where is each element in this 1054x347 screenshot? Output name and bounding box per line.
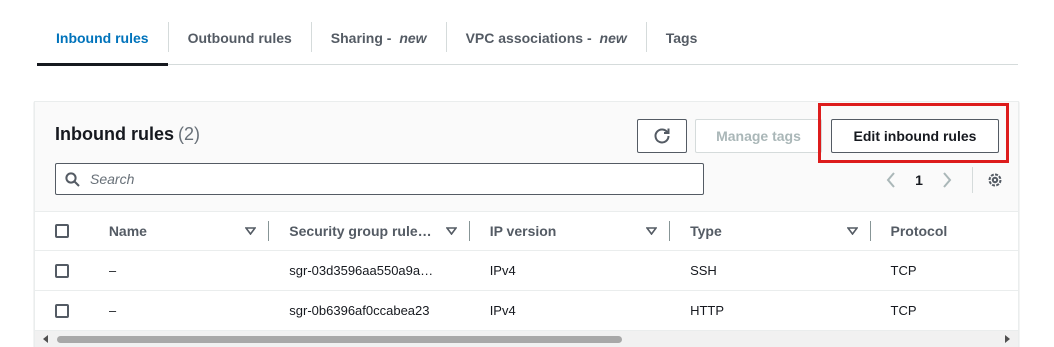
- tab-sharing[interactable]: Sharing - new: [312, 12, 446, 64]
- cell-name: –: [108, 263, 117, 278]
- manage-tags-button[interactable]: Manage tags: [695, 119, 822, 153]
- row-select-cell: [35, 263, 109, 278]
- gear-icon[interactable]: [986, 171, 1004, 189]
- sort-caret-icon[interactable]: [445, 227, 457, 235]
- current-page[interactable]: 1: [904, 172, 934, 188]
- chevron-left-icon[interactable]: [878, 172, 904, 188]
- edit-inbound-rules-button[interactable]: Edit inbound rules: [831, 119, 999, 153]
- tab-outbound-rules[interactable]: Outbound rules: [169, 12, 311, 64]
- column-header-label: IP version: [489, 223, 557, 239]
- tab-label: Inbound rules: [56, 30, 149, 46]
- cell-type: HTTP: [690, 303, 725, 318]
- refresh-button[interactable]: [637, 119, 687, 153]
- tab-label: Sharing -: [330, 30, 396, 46]
- table-row[interactable]: – sgr-0b6396af0ccabea23 IPv4 HTTP TCP: [35, 291, 1018, 331]
- panel-title-text: Inbound rules: [55, 124, 174, 144]
- cell-name: –: [108, 303, 117, 318]
- row-checkbox[interactable]: [55, 303, 69, 318]
- chevron-right-icon[interactable]: [934, 172, 960, 188]
- tab-tags[interactable]: Tags: [647, 12, 717, 64]
- scrollbar-thumb[interactable]: [57, 336, 622, 343]
- search-input[interactable]: [88, 170, 703, 188]
- horizontal-scrollbar[interactable]: [35, 331, 1018, 347]
- cell-ip-version: IPv4: [489, 263, 516, 278]
- row-select-cell: [35, 303, 109, 318]
- tab-label: Outbound rules: [187, 30, 292, 46]
- tab-label: Tags: [665, 30, 698, 46]
- panel-title: Inbound rules (2): [55, 124, 200, 145]
- tab-new-badge: new: [399, 30, 427, 46]
- column-header-label: Protocol: [890, 223, 948, 239]
- edit-inbound-rules-label: Edit inbound rules: [853, 128, 977, 144]
- inbound-rules-panel: Inbound rules (2) Manage tags Edit inboun…: [34, 101, 1019, 347]
- row-checkbox[interactable]: [55, 263, 69, 278]
- sort-caret-icon[interactable]: [245, 227, 257, 235]
- cell-security-group-rule-id: sgr-03d3596aa550a9a…: [289, 263, 434, 278]
- column-header-name[interactable]: Name: [109, 223, 268, 239]
- table-row[interactable]: – sgr-03d3596aa550a9a… IPv4 SSH TCP: [35, 251, 1018, 291]
- select-all-cell: [35, 224, 109, 238]
- scroll-left-icon[interactable]: [43, 335, 48, 343]
- tab-label: VPC associations -: [465, 30, 596, 46]
- column-header-label: Security group rule…: [289, 223, 432, 239]
- column-header-label: Name: [108, 223, 147, 239]
- tab-new-badge: new: [599, 30, 627, 46]
- pager-divider: [972, 167, 973, 193]
- scroll-right-icon[interactable]: [1005, 335, 1010, 343]
- column-header-protocol[interactable]: Protocol: [871, 223, 1019, 239]
- table-header-row: Name Security group rule… IP version Typ…: [35, 211, 1019, 251]
- column-header-ip-version[interactable]: IP version: [470, 223, 669, 239]
- pagination: 1: [878, 166, 1004, 194]
- rules-table: Name Security group rule… IP version Typ…: [35, 211, 1019, 331]
- search-box: [55, 163, 704, 195]
- cell-protocol: TCP: [890, 263, 917, 278]
- refresh-icon: [653, 127, 671, 145]
- cell-ip-version: IPv4: [489, 303, 516, 318]
- tab-bar: Inbound rules Outbound rules Sharing - n…: [37, 12, 1018, 66]
- manage-tags-label: Manage tags: [716, 128, 801, 144]
- cell-type: SSH: [690, 263, 717, 278]
- column-header-label: Type: [690, 223, 722, 239]
- sort-caret-icon[interactable]: [646, 227, 658, 235]
- cell-security-group-rule-id: sgr-0b6396af0ccabea23: [289, 303, 430, 318]
- column-header-type[interactable]: Type: [670, 223, 869, 239]
- sort-caret-icon[interactable]: [846, 227, 858, 235]
- column-header-security-group-rule[interactable]: Security group rule…: [269, 223, 468, 239]
- tab-inbound-rules[interactable]: Inbound rules: [37, 12, 168, 66]
- select-all-checkbox[interactable]: [55, 224, 69, 238]
- search-icon: [65, 171, 80, 187]
- rule-count: (2): [178, 124, 200, 144]
- tab-vpc-associations[interactable]: VPC associations - new: [447, 12, 646, 64]
- cell-protocol: TCP: [890, 303, 917, 318]
